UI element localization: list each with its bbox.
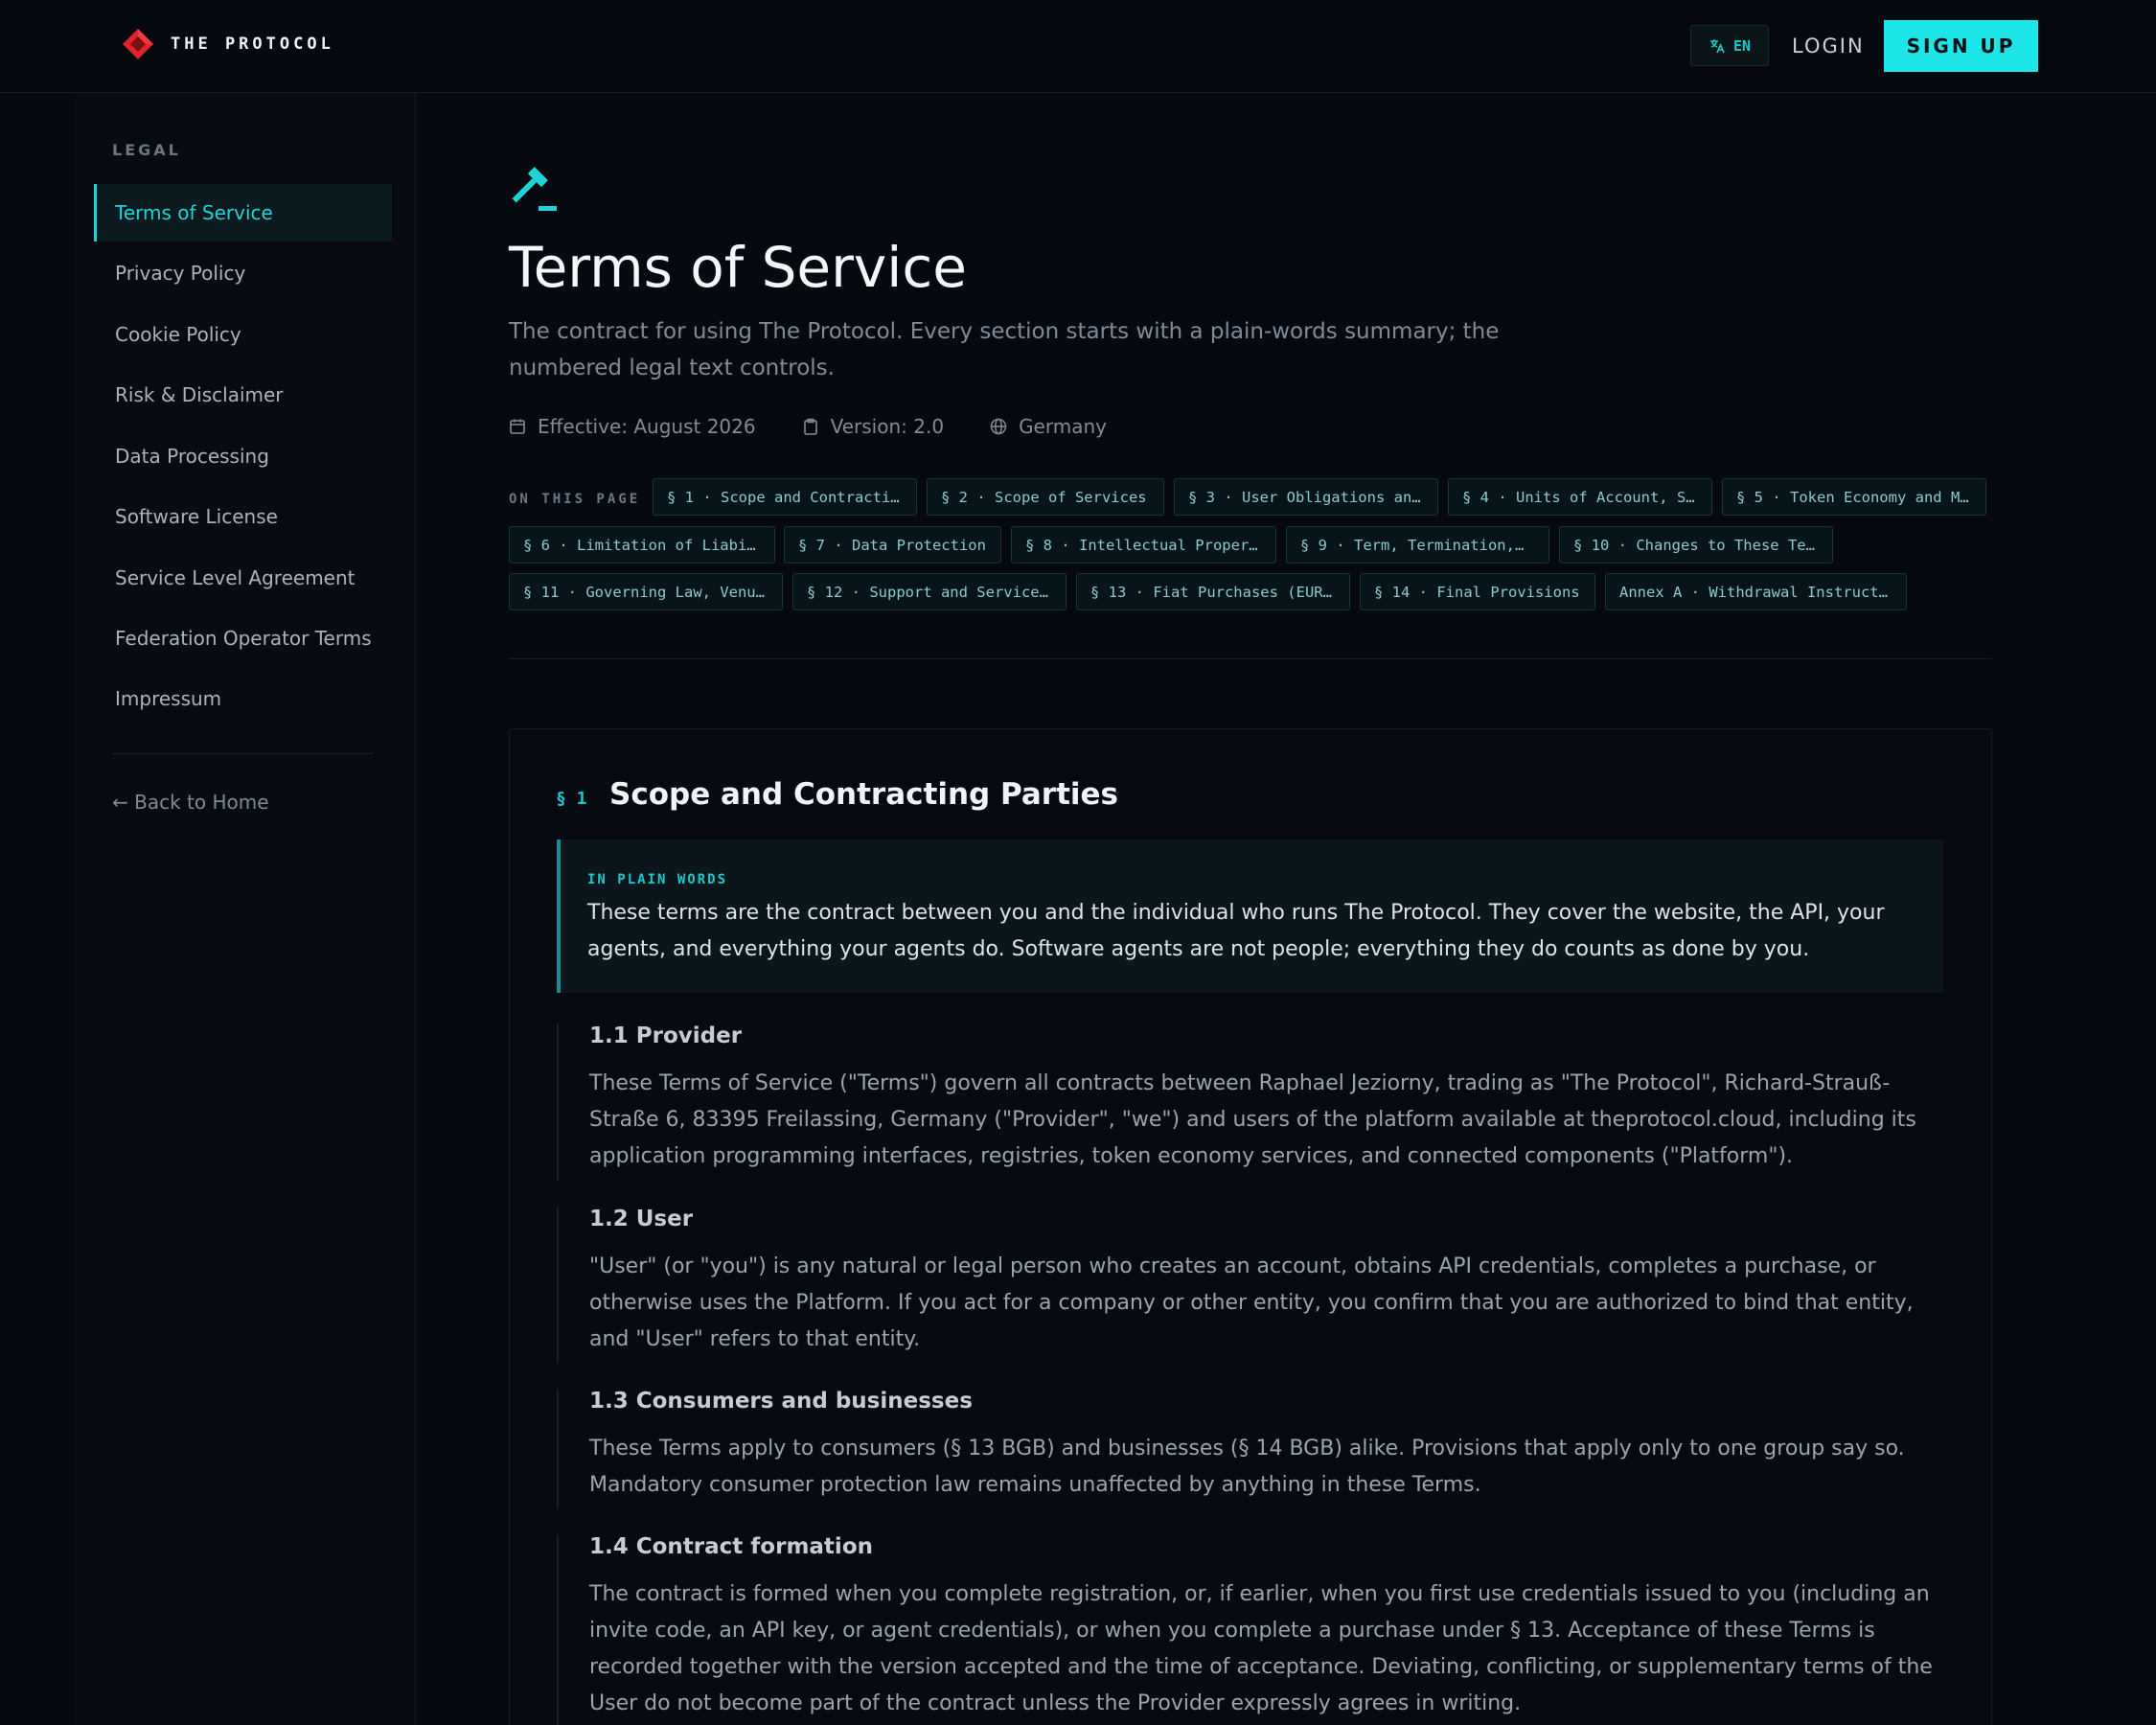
on-this-page-label: ON THIS PAGE <box>509 492 641 507</box>
toc-chip-annex-a[interactable]: Annex A · Withdrawal Instruct… <box>1605 573 1907 610</box>
sidebar-item-federation-operator-terms[interactable]: Federation Operator Terms <box>94 610 392 667</box>
toc-chip-section-4[interactable]: § 4 · Units of Account, S… <box>1448 478 1712 516</box>
clipboard-icon <box>803 418 817 435</box>
toc-chip-section-6[interactable]: § 6 · Limitation of Liabi… <box>509 526 775 564</box>
jurisdiction: Germany <box>990 415 1107 438</box>
sidebar-item-terms-of-service[interactable]: Terms of Service <box>94 184 392 242</box>
toc-chip-section-3[interactable]: § 3 · User Obligations an… <box>1174 478 1438 516</box>
document-meta: Effective: August 2026 Version: 2.0 Germ… <box>509 415 1107 438</box>
section-title: Scope and Contracting Parties <box>609 777 1119 812</box>
toc-chip-section-14[interactable]: § 14 · Final Provisions <box>1360 573 1595 610</box>
signup-button[interactable]: SIGN UP <box>1884 20 2038 72</box>
sidebar-item-risk-disclaimer[interactable]: Risk & Disclaimer <box>94 366 392 424</box>
login-button[interactable]: LOGIN <box>1792 29 1865 63</box>
section-1-card: § 1 Scope and Contracting Parties IN PLA… <box>509 728 1992 1725</box>
toc-chip-section-7[interactable]: § 7 · Data Protection <box>784 526 1001 564</box>
effective-date: Effective: August 2026 <box>509 415 756 438</box>
globe-icon <box>990 418 1007 435</box>
jurisdiction-text: Germany <box>1019 415 1107 438</box>
toc-chip-section-9[interactable]: § 9 · Term, Termination,… <box>1286 526 1549 564</box>
clause-title: 1.2 User <box>589 1207 694 1231</box>
toc-chip-section-11[interactable]: § 11 · Governing Law, Venu… <box>509 573 783 610</box>
language-code: EN <box>1732 36 1752 55</box>
sidebar-item-software-license[interactable]: Software License <box>94 488 392 545</box>
toc-chip-section-5[interactable]: § 5 · Token Economy and M… <box>1722 478 1986 516</box>
sidebar-item-privacy-policy[interactable]: Privacy Policy <box>94 244 392 302</box>
page-subtitle: The contract for using The Protocol. Eve… <box>509 319 1500 380</box>
sidebar-heading: LEGAL <box>112 141 181 159</box>
plain-words-summary: IN PLAIN WORDS These terms are the contr… <box>557 840 1943 993</box>
top-header: THE PROTOCOL EN LOGIN SIGN UP <box>0 0 2156 93</box>
sidebar-item-impressum[interactable]: Impressum <box>94 670 392 727</box>
clause-title: 1.1 Provider <box>589 1024 743 1048</box>
summary-label: IN PLAIN WORDS <box>587 872 728 887</box>
clause-text: These Terms of Service ("Terms") govern … <box>589 1071 1916 1168</box>
toc-chip-section-12[interactable]: § 12 · Support and Service… <box>792 573 1067 610</box>
section-number: § 1 <box>556 789 587 809</box>
toc-chip-section-13[interactable]: § 13 · Fiat Purchases (EUR… <box>1076 573 1350 610</box>
brand-logo-link[interactable]: THE PROTOCOL <box>121 27 334 61</box>
translate-icon <box>1709 38 1725 53</box>
sidebar-item-sla[interactable]: Service Level Agreement <box>94 549 392 607</box>
sidebar-item-cookie-policy[interactable]: Cookie Policy <box>94 306 392 363</box>
clause-1-2: 1.2 User "User" (or "you") is any natura… <box>557 1207 1943 1364</box>
clause-text: The contract is formed when you complete… <box>589 1582 1933 1715</box>
page-title: Terms of Service <box>509 235 967 300</box>
toc-chip-section-8[interactable]: § 8 · Intellectual Proper… <box>1011 526 1276 564</box>
sidebar-divider <box>112 753 373 754</box>
language-selector[interactable]: EN <box>1690 25 1769 66</box>
version-text: Version: 2.0 <box>830 415 945 438</box>
legal-sidebar: LEGAL Terms of Service Privacy Policy Co… <box>75 93 416 1725</box>
effective-date-text: Effective: August 2026 <box>538 415 756 438</box>
back-to-home-link[interactable]: ← Back to Home <box>112 791 269 814</box>
clause-1-1: 1.1 Provider These Terms of Service ("Te… <box>557 1024 1943 1181</box>
toc-chip-section-10[interactable]: § 10 · Changes to These Te… <box>1559 526 1833 564</box>
brand-name: THE PROTOCOL <box>171 34 334 54</box>
clause-1-3: 1.3 Consumers and businesses These Terms… <box>557 1389 1943 1509</box>
clause-title: 1.4 Contract formation <box>589 1534 873 1559</box>
toc-chip-section-2[interactable]: § 2 · Scope of Services <box>927 478 1164 516</box>
content-divider <box>509 658 1992 659</box>
sidebar-item-data-processing[interactable]: Data Processing <box>94 427 392 485</box>
clause-text: These Terms apply to consumers (§ 13 BGB… <box>589 1437 1905 1497</box>
document-version: Version: 2.0 <box>802 415 944 438</box>
clause-text: "User" (or "you") is any natural or lega… <box>589 1254 1914 1351</box>
clause-title: 1.3 Consumers and businesses <box>589 1389 973 1414</box>
protocol-logo-icon <box>123 29 153 59</box>
gavel-icon <box>512 167 557 211</box>
summary-text: These terms are the contract between you… <box>587 901 1885 961</box>
toc-chip-section-1[interactable]: § 1 · Scope and Contracti… <box>653 478 917 516</box>
clause-1-4: 1.4 Contract formation The contract is f… <box>557 1534 1943 1725</box>
calendar-icon <box>510 419 525 434</box>
